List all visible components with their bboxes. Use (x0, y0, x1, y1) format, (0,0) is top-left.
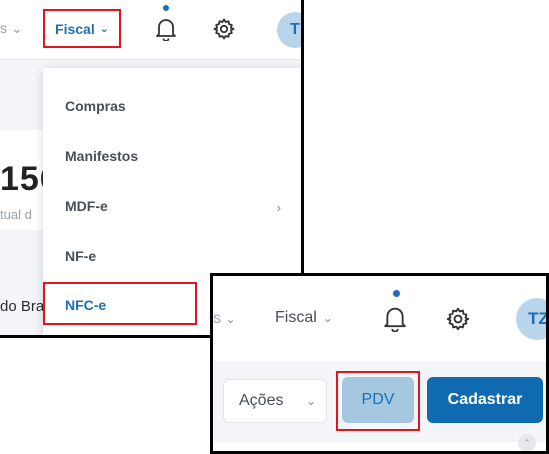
chevron-up-icon[interactable]: ⌃ (518, 434, 536, 451)
top-navbar: s ⌄ Fiscal ⌄ TZ (213, 276, 549, 361)
menu-item-nf-e[interactable]: NF-e (65, 248, 96, 264)
user-avatar[interactable]: TZ (516, 298, 549, 340)
content-card (213, 442, 546, 451)
chevron-down-icon: ⌄ (322, 311, 333, 325)
menu-item-mdf-e[interactable]: MDF-e (65, 198, 108, 214)
fiscal-menu-label: Fiscal (275, 309, 317, 326)
pdv-button[interactable]: PDV (342, 377, 414, 423)
gear-icon[interactable] (210, 15, 238, 43)
nav-menu-previous[interactable]: s ⌄ (213, 310, 236, 328)
menu-item-compras[interactable]: Compras (65, 98, 126, 114)
gear-icon[interactable] (443, 304, 473, 334)
cadastrar-label: Cadastrar (447, 391, 523, 408)
nav-menu-previous-label: s (0, 20, 7, 36)
nav-menu-previous-label: s (213, 310, 221, 327)
top-navbar: s ⌄ Fiscal ⌄ T (0, 0, 301, 60)
menu-item-nfc-e[interactable]: NFC-e (65, 297, 106, 313)
menu-item-manifestos[interactable]: Manifestos (65, 148, 138, 164)
pdv-toolbar-screenshot: s ⌄ Fiscal ⌄ TZ Ações ⌄ PDV Cadastrar ⌃ (210, 273, 549, 454)
fiscal-menu-button[interactable]: Fiscal ⌄ (43, 9, 121, 48)
fiscal-menu-label: Fiscal (55, 20, 95, 37)
user-avatar[interactable]: T (277, 12, 301, 48)
avatar-initials: T (290, 21, 300, 38)
chevron-down-icon: ⌄ (305, 394, 316, 408)
chevron-right-icon: › (276, 200, 281, 215)
pdv-label: PDV (361, 391, 395, 408)
chevron-down-icon: ⌄ (225, 312, 236, 326)
dashboard-metric-caption: tual d (0, 207, 32, 222)
notification-dot (393, 290, 400, 297)
bell-icon[interactable] (380, 301, 410, 335)
dashboard-text: do Bra (0, 298, 45, 315)
nav-menu-previous[interactable]: s ⌄ (0, 20, 23, 37)
avatar-initials: TZ (528, 309, 549, 328)
notification-dot (163, 5, 169, 11)
cadastrar-button[interactable]: Cadastrar (427, 377, 543, 423)
acoes-dropdown[interactable]: Ações ⌄ (223, 379, 327, 423)
acoes-label: Ações (239, 392, 284, 409)
chevron-down-icon: ⌄ (99, 23, 109, 35)
fiscal-menu-button[interactable]: Fiscal ⌄ (275, 309, 333, 327)
chevron-down-icon: ⌄ (11, 20, 23, 36)
bell-icon[interactable] (152, 14, 180, 44)
